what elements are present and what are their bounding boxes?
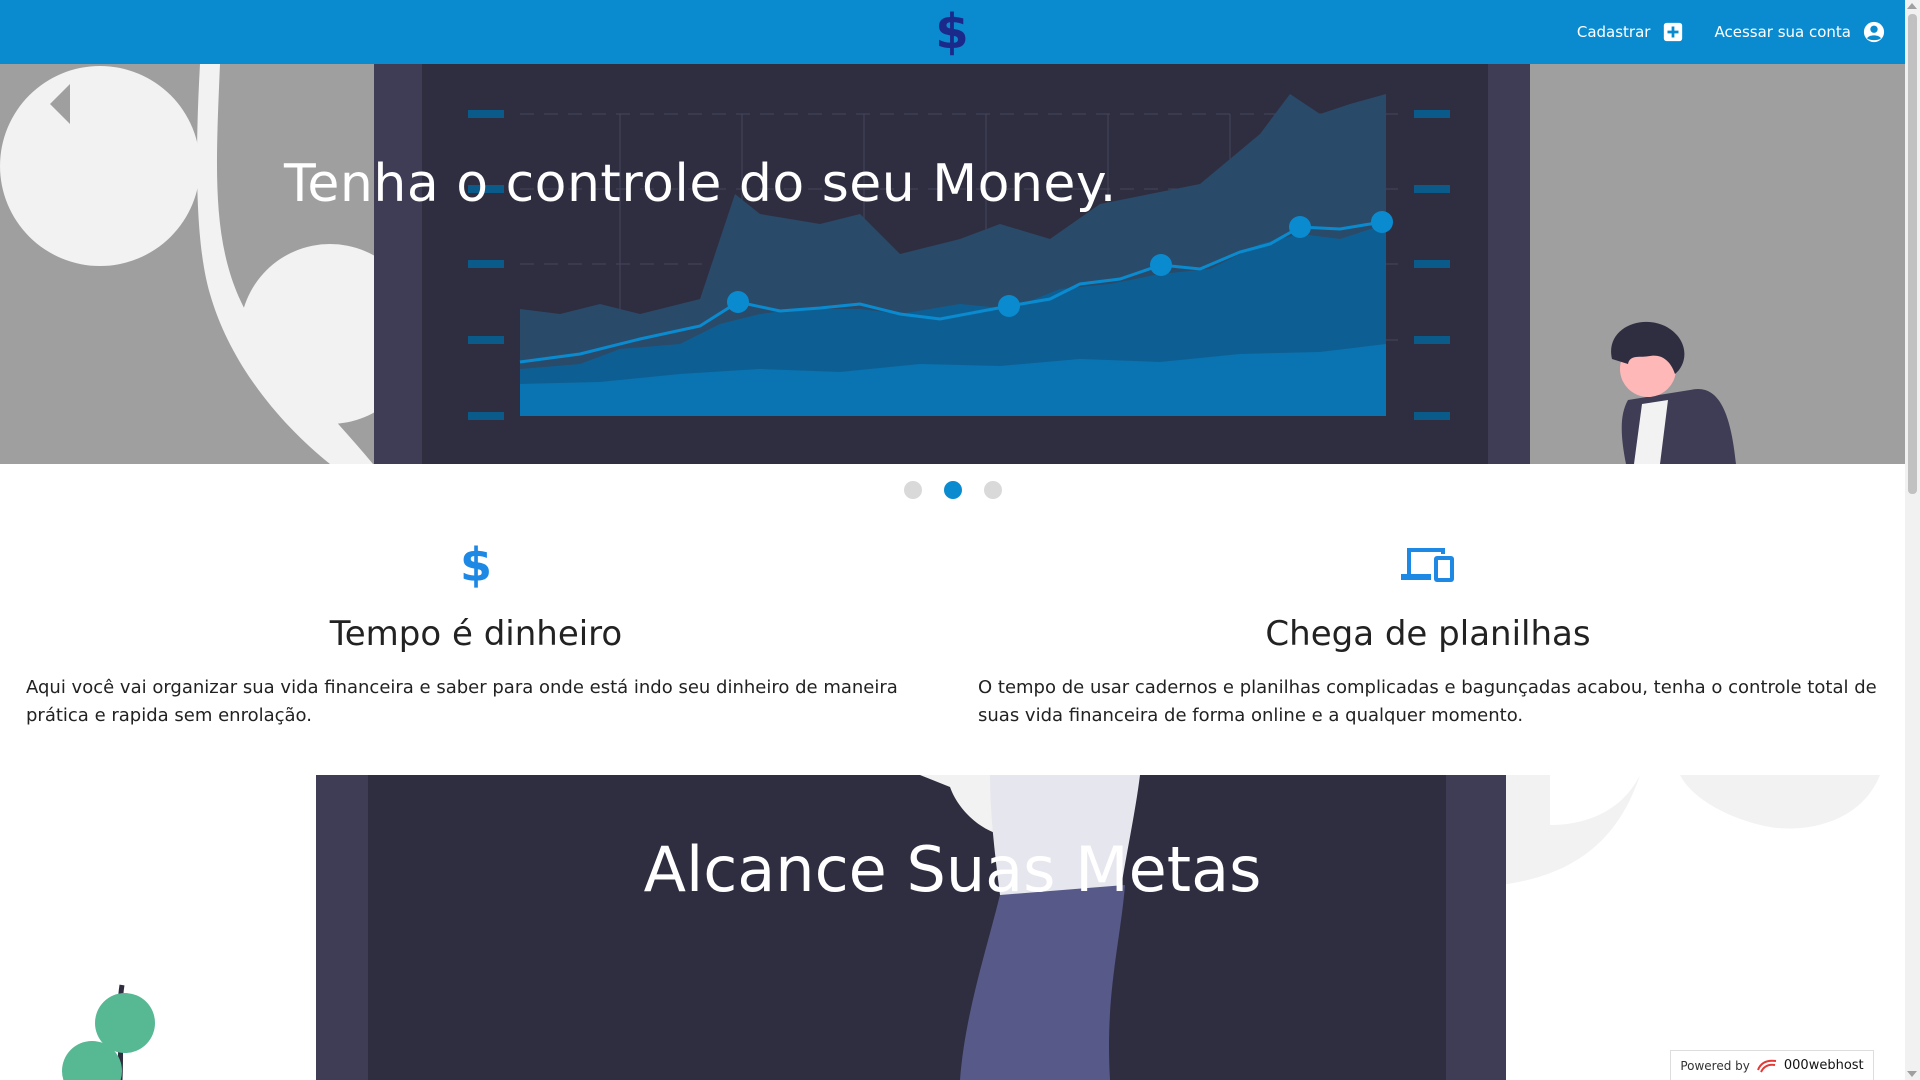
user-circle-icon [1863, 21, 1885, 43]
login-label: Acessar sua conta [1714, 23, 1851, 41]
feature-time-money: $ Tempo é dinheiro Aqui você vai organiz… [0, 538, 952, 730]
scroll-up-arrow-icon[interactable] [1907, 3, 1917, 9]
feature-no-spreadsheets: Chega de planilhas O tempo de usar cader… [952, 540, 1904, 730]
scroll-thumb[interactable] [1908, 14, 1917, 494]
feature-title: Tempo é dinheiro [329, 614, 623, 654]
features-section: $ Tempo é dinheiro Aqui você vai organiz… [0, 538, 1905, 730]
hero-title: Tenha o controle do seu Money. [284, 154, 1117, 214]
register-link[interactable]: Cadastrar [1577, 21, 1685, 43]
scroll-down-arrow-icon[interactable] [1907, 1071, 1917, 1077]
webhost-logo-icon [1756, 1059, 1777, 1072]
feature-text: Aqui você vai organizar sua vida finance… [26, 677, 898, 726]
plus-square-icon [1664, 22, 1683, 42]
feature-title: Chega de planilhas [1265, 614, 1591, 654]
powered-by-badge[interactable]: Powered by 000webhost [1670, 1050, 1874, 1080]
devices-icon-svg [1401, 548, 1454, 582]
slider-dot-3[interactable] [983, 481, 1002, 499]
goals-section: Alcance Suas Metas [0, 775, 1905, 1080]
dollar-icon: $ [459, 538, 492, 592]
register-label: Cadastrar [1576, 23, 1651, 41]
nav-links: Cadastrar Acessar sua conta [1577, 0, 1885, 64]
goals-illustration [62, 775, 1880, 1080]
vertical-scrollbar[interactable] [1905, 0, 1920, 1080]
powered-label: Powered by [1680, 1058, 1750, 1073]
hero-slider: Tenha o controle do seu Money. [0, 64, 1905, 464]
feature-text: O tempo de usar cadernos e planilhas com… [978, 677, 1877, 726]
devices-icon [978, 540, 1878, 590]
login-link[interactable]: Acessar sua conta [1714, 21, 1885, 43]
slider-dot-2[interactable] [943, 481, 962, 499]
goals-title: Alcance Suas Metas [643, 833, 1262, 906]
logo-dollar-icon[interactable]: $ [932, 4, 972, 60]
powered-brand: 000webhost [1783, 1058, 1864, 1073]
hero-illustration [0, 64, 1736, 464]
top-navbar: $ Cadastrar Acessar sua conta [0, 0, 1905, 64]
slider-dots [0, 481, 1905, 499]
slider-dot-1[interactable] [903, 481, 922, 499]
